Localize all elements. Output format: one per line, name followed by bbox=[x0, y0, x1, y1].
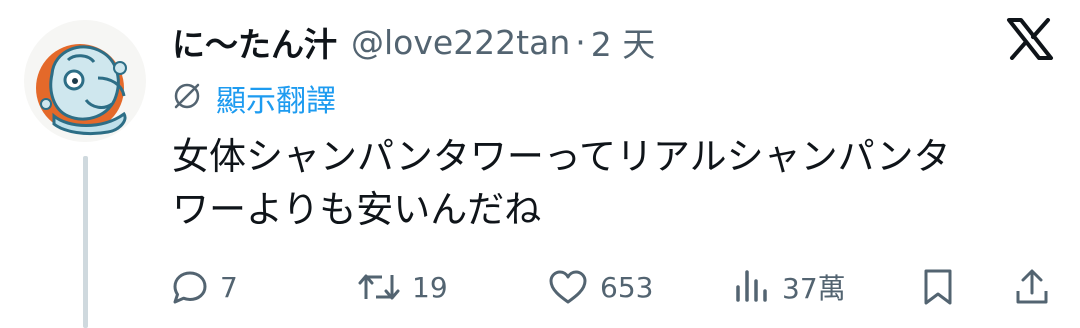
share-button[interactable] bbox=[1012, 262, 1052, 312]
bookmark-icon bbox=[918, 267, 958, 307]
timestamp[interactable]: 2 天 bbox=[591, 18, 656, 66]
tweet-header: に〜たん汁 @love222tan · 2 天 bbox=[172, 14, 655, 70]
like-button[interactable]: 653 bbox=[546, 262, 653, 312]
retweet-button[interactable]: 19 bbox=[356, 262, 448, 312]
separator-dot: · bbox=[575, 22, 586, 62]
translate-globe-icon bbox=[172, 81, 202, 115]
tweet-actions: 7 19 653 37萬 bbox=[0, 262, 1080, 312]
views-count: 37萬 bbox=[782, 272, 846, 305]
bar-chart-icon bbox=[732, 267, 772, 307]
views-button[interactable]: 37萬 bbox=[732, 262, 846, 312]
reply-bubble-icon bbox=[170, 267, 210, 307]
share-upload-icon bbox=[1012, 267, 1052, 307]
like-count: 653 bbox=[600, 270, 654, 304]
display-name[interactable]: に〜たん汁 bbox=[172, 18, 337, 66]
retweet-count: 19 bbox=[412, 270, 448, 304]
tweet-text: 女体シャンパンタワーってリアルシャンパンタ ワーよりも安いんだね bbox=[172, 130, 1062, 236]
tweet-text-line: ワーよりも安いんだね bbox=[172, 188, 542, 231]
bookmark-button[interactable] bbox=[918, 262, 958, 312]
show-translation-link[interactable]: 顯示翻譯 bbox=[172, 76, 336, 120]
x-logo-icon[interactable] bbox=[1006, 18, 1054, 60]
tweet-text-line: 女体シャンパンタワーってリアルシャンパンタ bbox=[172, 135, 951, 178]
avatar-image bbox=[36, 44, 127, 136]
reply-count: 7 bbox=[220, 270, 238, 304]
reply-button[interactable]: 7 bbox=[170, 262, 238, 312]
heart-icon bbox=[546, 267, 590, 307]
user-handle[interactable]: @love222tan bbox=[351, 23, 570, 62]
avatar[interactable] bbox=[24, 20, 146, 142]
translate-label: 顯示翻譯 bbox=[216, 84, 336, 119]
retweet-icon bbox=[356, 267, 402, 307]
